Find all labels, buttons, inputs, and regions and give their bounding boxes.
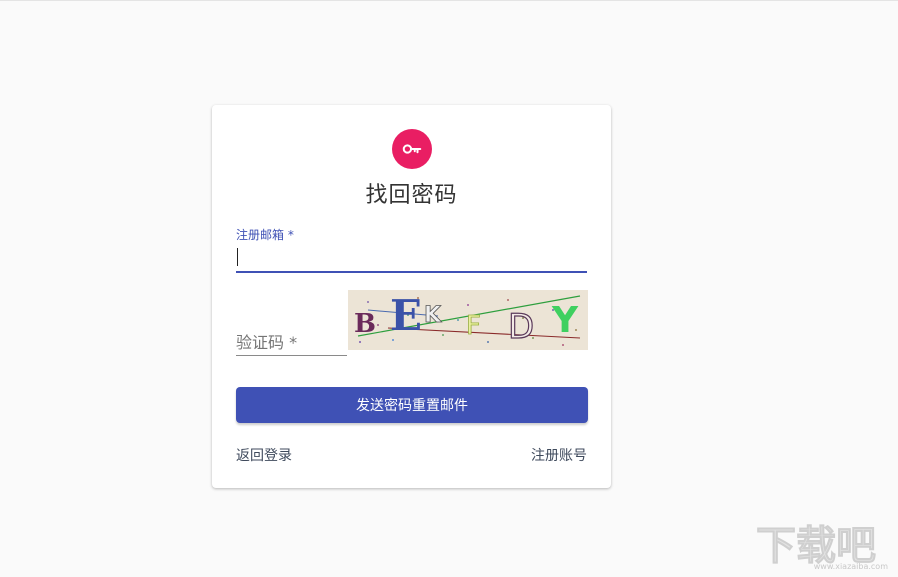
captcha-field[interactable]: 验证码 * bbox=[236, 327, 347, 356]
top-divider bbox=[0, 0, 898, 1]
email-field[interactable] bbox=[236, 245, 587, 273]
captcha-char-y: Y bbox=[551, 300, 579, 341]
text-caret bbox=[237, 248, 238, 266]
required-mark: * bbox=[284, 228, 294, 242]
send-reset-email-button[interactable]: 发送密码重置邮件 bbox=[236, 387, 588, 423]
captcha-char-e: E bbox=[390, 291, 422, 340]
key-icon bbox=[401, 138, 423, 160]
captcha-char-b: B bbox=[354, 309, 376, 339]
captcha-char-k: K bbox=[424, 303, 442, 328]
captcha-label: 验证码 * bbox=[236, 329, 297, 353]
email-field-label: 注册邮箱 * bbox=[236, 226, 294, 243]
captcha-image[interactable]: B E K F D Y bbox=[348, 290, 588, 350]
avatar bbox=[392, 129, 432, 169]
watermark-url: www.xiazaiba.com bbox=[814, 562, 888, 571]
captcha-char-f: F bbox=[466, 311, 481, 341]
page-title: 找回密码 bbox=[212, 177, 611, 209]
captcha-char-d: D bbox=[508, 307, 534, 347]
register-account-link[interactable]: 注册账号 bbox=[531, 445, 587, 465]
email-label-text: 注册邮箱 bbox=[236, 228, 284, 242]
forgot-password-card: 找回密码 注册邮箱 * 验证码 * B E K F bbox=[212, 105, 611, 488]
back-to-login-link[interactable]: 返回登录 bbox=[236, 445, 292, 465]
